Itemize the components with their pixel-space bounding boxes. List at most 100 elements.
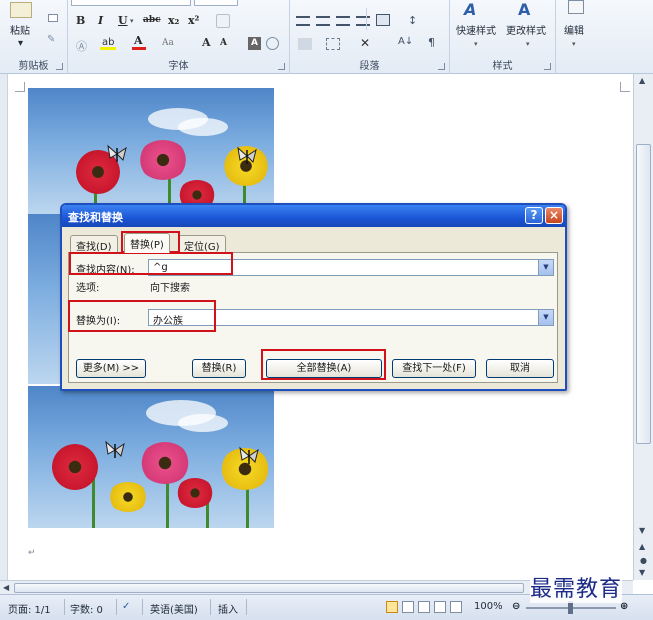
underline-button[interactable]: U	[118, 14, 128, 27]
borders-icon[interactable]	[326, 38, 340, 50]
paste-icon[interactable]	[10, 2, 32, 18]
options-value: 向下搜索	[150, 283, 190, 294]
zoom-level[interactable]: 100%	[474, 601, 503, 612]
zoom-out-icon[interactable]: ⊖	[512, 601, 520, 612]
shading-icon[interactable]	[298, 38, 312, 50]
font-color-icon[interactable]: A	[132, 34, 146, 50]
styles-launcher-icon[interactable]	[544, 63, 551, 70]
paragraph-launcher-icon[interactable]	[438, 63, 445, 70]
editing-dropdown-icon[interactable]: ▾	[572, 40, 576, 48]
bold-button[interactable]: B	[76, 14, 85, 27]
insert-mode[interactable]: 插入	[218, 601, 238, 616]
draft-view-icon[interactable]	[450, 601, 462, 613]
clipboard-group: 粘贴 ▾ ✎ 剪贴板	[0, 0, 68, 74]
align-center-icon[interactable]	[316, 16, 330, 26]
clipboard-launcher-icon[interactable]	[56, 63, 63, 70]
align-left-icon[interactable]	[296, 16, 310, 26]
strikethrough-button[interactable]: abc	[143, 15, 161, 25]
butterfly-icon	[106, 144, 128, 164]
find-icon[interactable]	[568, 0, 584, 14]
distribute-icon[interactable]	[376, 14, 390, 26]
highlight-box-replace-field	[68, 300, 216, 332]
justify-icon[interactable]	[356, 16, 370, 26]
butterfly-icon	[238, 446, 260, 466]
tab-goto[interactable]: 定位(G)	[178, 235, 226, 253]
page-corner-mark	[620, 82, 630, 92]
page-corner-mark	[15, 82, 25, 92]
highlight-box-find-field	[69, 252, 233, 275]
full-screen-view-icon[interactable]	[402, 601, 414, 613]
word-count[interactable]: 字数: 0	[70, 601, 103, 616]
format-painter-icon[interactable]: ✎	[47, 34, 59, 45]
watermark-logo: 最需教育	[530, 571, 623, 603]
change-styles-button[interactable]: 更改样式	[506, 22, 546, 37]
subscript-button[interactable]: x₂	[168, 14, 179, 27]
highlight-icon[interactable]: ab	[100, 36, 116, 50]
text-effects-icon[interactable]: Ⓐ	[76, 38, 90, 53]
char-shading-icon[interactable]: A	[248, 37, 261, 50]
prev-page-icon[interactable]: ▲	[639, 542, 645, 551]
tab-find[interactable]: 查找(D)	[70, 235, 118, 253]
quick-styles-dropdown-icon[interactable]: ▾	[474, 40, 478, 48]
editing-button[interactable]: 编辑	[564, 22, 584, 37]
vertical-scroll-thumb[interactable]	[636, 144, 651, 444]
align-right-icon[interactable]	[336, 16, 350, 26]
horizontal-scroll-thumb[interactable]	[14, 583, 524, 593]
replace-button[interactable]: 替换(R)	[192, 359, 246, 378]
grow-font-button[interactable]: A	[202, 36, 211, 49]
more-button[interactable]: 更多(M) >>	[76, 359, 146, 378]
font-name-combo[interactable]	[71, 0, 191, 6]
pink-flower	[138, 140, 188, 180]
underline-dropdown-icon[interactable]: ▾	[130, 17, 134, 25]
red-flower	[176, 478, 214, 508]
outline-view-icon[interactable]	[434, 601, 446, 613]
superscript-button[interactable]: x²	[188, 14, 199, 27]
print-layout-view-icon[interactable]	[386, 601, 398, 613]
help-button[interactable]: ?	[525, 207, 543, 224]
quick-styles-icon[interactable]: A	[464, 0, 488, 19]
font-group-label: 字体	[168, 61, 189, 72]
styles-group: A 快速样式 ▾ A 更改样式 ▾ 样式	[450, 0, 556, 74]
chinese-layout-icon[interactable]: ✕	[360, 36, 376, 50]
find-next-button[interactable]: 查找下一处(F)	[392, 359, 476, 378]
italic-button[interactable]: I	[98, 14, 103, 27]
close-button[interactable]: ×	[545, 207, 563, 224]
yellow-flower	[108, 482, 148, 512]
styles-group-label: 样式	[492, 61, 513, 72]
options-label: 选项:	[76, 283, 100, 294]
change-styles-dropdown-icon[interactable]: ▾	[526, 40, 530, 48]
dialog-title: 查找和替换	[68, 211, 123, 224]
pink-flower	[140, 442, 190, 484]
quick-styles-button[interactable]: 快速样式	[456, 22, 496, 37]
sort-icon[interactable]: A↓	[398, 36, 413, 50]
font-launcher-icon[interactable]	[278, 63, 285, 70]
scroll-left-icon[interactable]: ◀	[3, 583, 9, 592]
cancel-button[interactable]: 取消	[486, 359, 554, 378]
copy-icon[interactable]	[48, 14, 58, 22]
change-styles-icon[interactable]: A	[518, 0, 542, 19]
flower-image[interactable]	[28, 88, 274, 214]
vertical-scrollbar[interactable]: ▲ ▼ ▲ ● ▼	[633, 74, 653, 580]
line-spacing-icon[interactable]: ↕	[408, 14, 422, 27]
dialog-title-bar[interactable]: 查找和替换 ? ×	[62, 205, 565, 227]
web-layout-view-icon[interactable]	[418, 601, 430, 613]
paste-dropdown-icon[interactable]: ▾	[18, 38, 23, 49]
tab-replace[interactable]: 替换(P)	[124, 233, 170, 253]
replace-history-dropdown-icon[interactable]: ▼	[538, 310, 553, 325]
next-page-icon[interactable]: ▼	[639, 568, 645, 577]
change-case-button[interactable]: Aa	[162, 38, 174, 48]
language-indicator[interactable]: 英语(美国)	[150, 601, 198, 616]
find-history-dropdown-icon[interactable]: ▼	[538, 260, 553, 275]
font-size-combo[interactable]	[194, 0, 238, 6]
enclose-char-icon[interactable]	[266, 37, 279, 50]
paste-button[interactable]: 粘贴	[10, 22, 30, 37]
flower-image[interactable]	[28, 386, 274, 528]
scroll-up-icon[interactable]: ▲	[639, 76, 645, 85]
scroll-down-icon[interactable]: ▼	[639, 526, 645, 535]
shrink-font-button[interactable]: A	[220, 38, 227, 48]
proofing-icon[interactable]: ✓	[122, 601, 130, 612]
clear-format-icon[interactable]	[216, 14, 230, 28]
page-count[interactable]: 页面: 1/1	[8, 601, 51, 616]
browse-object-icon[interactable]: ●	[640, 556, 647, 565]
show-marks-icon[interactable]: ¶	[428, 36, 438, 50]
